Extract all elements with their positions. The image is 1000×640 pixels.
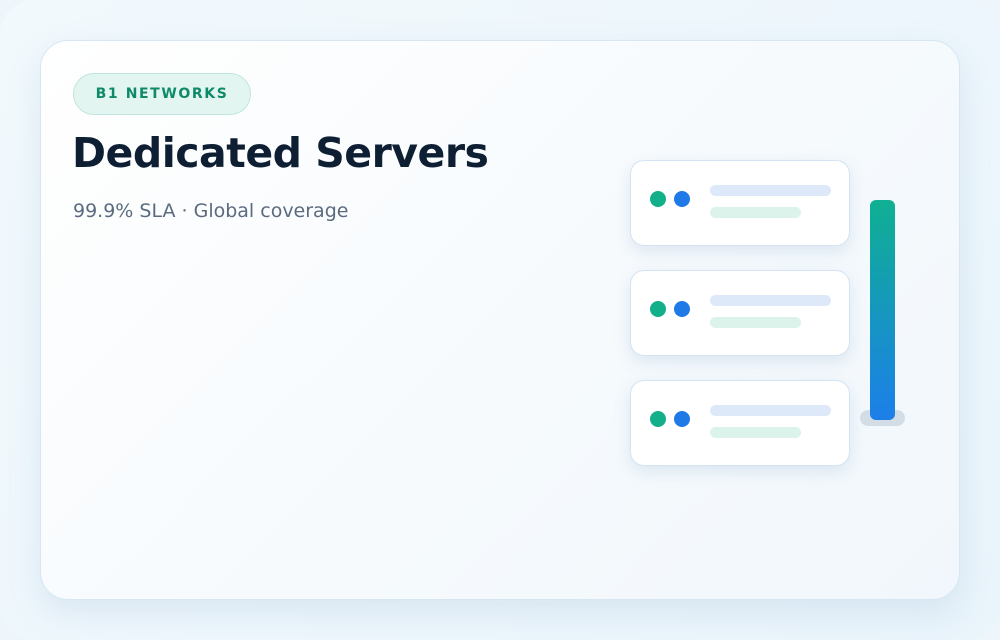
- status-dot-icon: [650, 191, 666, 207]
- server-icon: [630, 380, 850, 466]
- server-detail-placeholder: [710, 207, 801, 218]
- status-dot-icon: [674, 191, 690, 207]
- server-icon: [630, 270, 850, 356]
- page-subtitle: 99.9% SLA · Global coverage: [73, 200, 349, 222]
- server-detail-placeholder: [710, 317, 801, 328]
- status-dot-icon: [650, 411, 666, 427]
- status-dot-icon: [674, 411, 690, 427]
- brand-badge: B1 NETWORKS: [73, 73, 251, 115]
- brand-badge-label: B1 NETWORKS: [95, 86, 229, 102]
- page-title: Dedicated Servers: [72, 129, 489, 177]
- status-dot-icon: [650, 301, 666, 317]
- status-dot-icon: [674, 301, 690, 317]
- rack-icon: [870, 200, 895, 420]
- server-label-placeholder: [710, 185, 831, 196]
- server-icon: [630, 160, 850, 246]
- hero-card: B1 NETWORKS Dedicated Servers 99.9% SLA …: [40, 40, 960, 600]
- server-label-placeholder: [710, 405, 831, 416]
- server-detail-placeholder: [710, 427, 801, 438]
- server-label-placeholder: [710, 295, 831, 306]
